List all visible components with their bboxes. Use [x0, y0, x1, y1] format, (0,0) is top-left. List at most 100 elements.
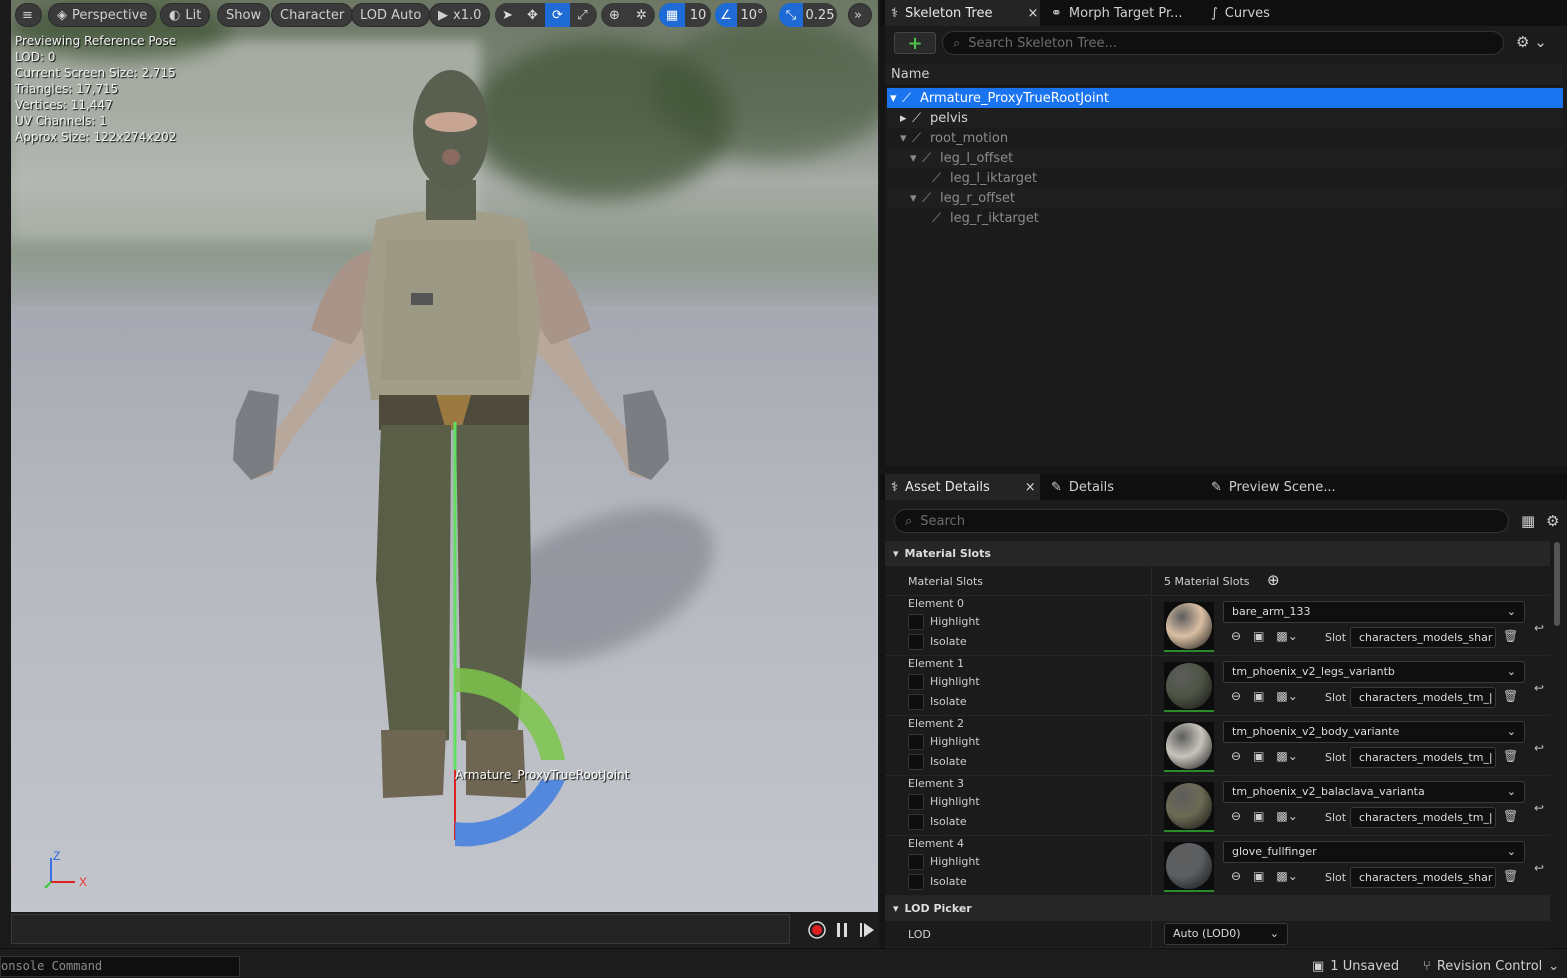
settings-icon[interactable]: ⚙ [1546, 512, 1559, 530]
material-thumbnail[interactable] [1164, 782, 1214, 832]
highlight-checkbox[interactable] [908, 734, 924, 750]
material-thumbnail[interactable] [1164, 602, 1214, 652]
highlight-checkbox[interactable] [908, 674, 924, 690]
details-scrollbar[interactable] [1554, 542, 1560, 626]
expand-arrow-icon[interactable]: ▾ [900, 131, 912, 146]
highlight-checkbox[interactable] [908, 614, 924, 630]
slot-name-input[interactable]: characters_models_shar [1350, 867, 1496, 888]
select-icon[interactable]: ➤ [495, 3, 520, 27]
rotation-ring-blue[interactable] [455, 780, 565, 847]
trash-icon[interactable]: 🗑 [1503, 869, 1518, 883]
slot-name-input[interactable]: characters_models_shar [1350, 627, 1496, 648]
reset-icon[interactable]: ↩ [1534, 741, 1544, 755]
unsaved-indicator[interactable]: ▣ 1 Unsaved [1312, 959, 1399, 974]
console-command-input[interactable]: onsole Command [0, 956, 240, 977]
tab-morph-target-preview[interactable]: ⚭ Morph Target Pr... [1045, 0, 1189, 26]
transform-tools[interactable]: ➤ ✥ ⟳ ⤢ [495, 3, 597, 27]
angle-snap-toggle[interactable]: ∠ 10° [715, 3, 767, 27]
isolate-checkbox[interactable] [908, 694, 924, 710]
trash-icon[interactable]: 🗑 [1503, 749, 1518, 763]
more-options-button[interactable]: » [848, 3, 872, 27]
browse-icon[interactable]: ▣ [1253, 629, 1264, 643]
tab-skeleton-tree[interactable]: ⚕ Skeleton Tree × [885, 0, 1040, 26]
expand-arrow-icon[interactable]: ▾ [910, 191, 922, 206]
checker-icon[interactable]: ▩⌄ [1276, 749, 1297, 763]
highlight-checkbox[interactable] [908, 794, 924, 810]
expand-arrow-icon[interactable]: ▾ [890, 91, 902, 106]
tree-row-root-motion[interactable]: ▾ ⟋ root_motion [887, 128, 1563, 148]
isolate-checkbox[interactable] [908, 874, 924, 890]
move-icon[interactable]: ✥ [520, 3, 545, 27]
add-button[interactable]: + [894, 32, 936, 54]
browse-icon[interactable]: ▣ [1253, 809, 1264, 823]
scale-snap-toggle[interactable]: ⤡ 0.25 [779, 3, 837, 27]
use-selected-icon[interactable]: ⊖ [1231, 629, 1241, 643]
lod-picker-section-header[interactable]: ▾ LOD Picker [885, 896, 1550, 921]
playback-speed-button[interactable]: ▶ x1.0 [429, 3, 491, 27]
slot-name-input[interactable]: characters_models_tm_| [1350, 807, 1496, 828]
isolate-checkbox[interactable] [908, 634, 924, 650]
material-select[interactable]: bare_arm_133 ⌄ [1223, 601, 1525, 623]
add-element-icon[interactable]: ⊕ [1267, 571, 1280, 589]
tree-row-root[interactable]: ▾ ⟋ Armature_ProxyTrueRootJoint [887, 88, 1563, 108]
tree-row-leg-l-offset[interactable]: ▾ ⟋ leg_l_offset [887, 148, 1563, 168]
record-icon[interactable] [808, 921, 826, 939]
close-icon[interactable]: × [1025, 480, 1036, 495]
trash-icon[interactable]: 🗑 [1503, 809, 1518, 823]
rotate-icon[interactable]: ⟳ [545, 3, 570, 27]
material-thumbnail[interactable] [1164, 722, 1214, 772]
tree-row-pelvis[interactable]: ▸ ⟋ pelvis [887, 108, 1563, 128]
rotation-ring-green[interactable] [455, 667, 565, 760]
checker-icon[interactable]: ▩⌄ [1276, 689, 1297, 703]
material-select[interactable]: tm_phoenix_v2_balaclava_varianta ⌄ [1223, 781, 1525, 803]
checker-icon[interactable]: ▩⌄ [1276, 629, 1297, 643]
step-forward-icon[interactable] [859, 922, 875, 938]
browse-icon[interactable]: ▣ [1253, 869, 1264, 883]
material-thumbnail[interactable] [1164, 662, 1214, 712]
viewport-menu-button[interactable]: ≡ [15, 3, 42, 27]
slot-name-input[interactable]: characters_models_tm_| [1350, 747, 1496, 768]
browse-icon[interactable]: ▣ [1253, 749, 1264, 763]
isolate-checkbox[interactable] [908, 754, 924, 770]
lit-button[interactable]: ◐ Lit [160, 3, 211, 27]
tree-row-leg-r-offset[interactable]: ▾ ⟋ leg_r_offset [887, 188, 1563, 208]
timeline-scrubber[interactable] [11, 914, 790, 944]
reset-icon[interactable]: ↩ [1534, 861, 1544, 875]
material-thumbnail[interactable] [1164, 842, 1214, 892]
close-icon[interactable]: × [1027, 6, 1038, 21]
trash-icon[interactable]: 🗑 [1503, 689, 1518, 703]
tree-row-leg-l-iktarget[interactable]: ⟋ leg_l_iktarget [887, 168, 1563, 188]
material-slots-section-header[interactable]: ▾ Material Slots [885, 541, 1550, 566]
use-selected-icon[interactable]: ⊖ [1231, 689, 1241, 703]
lod-button[interactable]: LOD Auto [351, 3, 431, 27]
use-selected-icon[interactable]: ⊖ [1231, 869, 1241, 883]
perspective-button[interactable]: ◈ Perspective [48, 3, 157, 27]
slot-name-input[interactable]: characters_models_tm_| [1350, 687, 1496, 708]
scale-icon[interactable]: ⤢ [570, 3, 595, 27]
highlight-checkbox[interactable] [908, 854, 924, 870]
material-select[interactable]: glove_fullfinger ⌄ [1223, 841, 1525, 863]
tab-details[interactable]: ✎ Details [1045, 474, 1120, 500]
settings-icon[interactable]: ⚙ ⌄ [1516, 33, 1547, 51]
browse-icon[interactable]: ▣ [1253, 689, 1264, 703]
tree-row-leg-r-iktarget[interactable]: ⟋ leg_r_iktarget [887, 208, 1563, 228]
show-button[interactable]: Show [217, 3, 271, 27]
tree-column-header[interactable]: Name [885, 64, 1562, 86]
checker-icon[interactable]: ▩⌄ [1276, 869, 1297, 883]
use-selected-icon[interactable]: ⊖ [1231, 809, 1241, 823]
pause-icon[interactable] [835, 922, 849, 938]
skeleton-search-input[interactable]: ⌕ Search Skeleton Tree... [942, 31, 1504, 55]
isolate-checkbox[interactable] [908, 814, 924, 830]
tab-asset-details[interactable]: ⚕ Asset Details × [885, 474, 1040, 500]
coordinate-tools[interactable]: ⊕ ✲ [601, 3, 655, 27]
reset-icon[interactable]: ↩ [1534, 681, 1544, 695]
expand-arrow-icon[interactable]: ▾ [910, 151, 922, 166]
details-search-input[interactable]: ⌕ Search [894, 509, 1509, 533]
lod-select[interactable]: Auto (LOD0) ⌄ [1164, 923, 1288, 945]
bone-gizmo[interactable] [431, 400, 591, 860]
grid-snap-toggle[interactable]: ▦ 10 [659, 3, 711, 27]
surface-snap-icon[interactable]: ✲ [628, 3, 655, 27]
local-space-icon[interactable]: ⊕ [601, 3, 628, 27]
tab-curves[interactable]: ∫ Curves [1205, 0, 1276, 26]
tab-preview-scene[interactable]: ✎ Preview Scene... [1205, 474, 1342, 500]
